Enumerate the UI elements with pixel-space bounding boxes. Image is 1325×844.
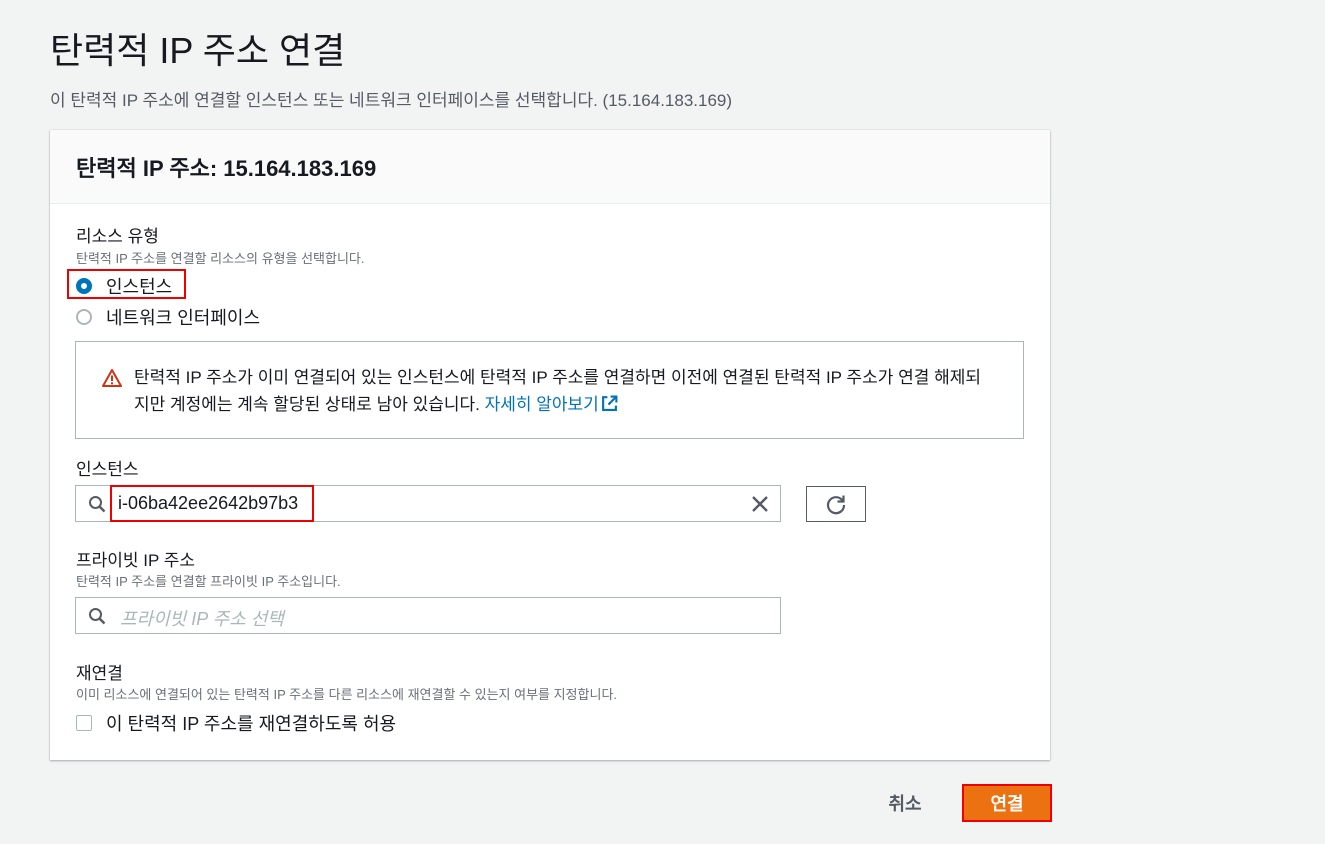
reassociate-label: 재연결 [76, 664, 123, 683]
private-ip-label: 프라이빗 IP 주소 [76, 551, 196, 570]
radio-network-interface-control[interactable] [76, 309, 92, 325]
reassociate-checkbox-row[interactable]: 이 탄력적 IP 주소를 재연결하도록 허용 [76, 710, 396, 736]
associate-card: 탄력적 IP 주소: 15.164.183.169 리소스 유형 탄력적 IP … [50, 130, 1050, 760]
search-icon [89, 496, 106, 513]
refresh-icon [826, 495, 846, 515]
reassociate-hint: 이미 리소스에 연결되어 있는 탄력적 IP 주소를 다른 리소스에 재연결할 … [76, 687, 618, 702]
learn-more-link[interactable]: 자세히 알아보기 [485, 395, 618, 414]
warning-alert: 탄력적 IP 주소가 이미 연결되어 있는 인스턴스에 탄력적 IP 주소를 연… [75, 341, 1024, 439]
radio-network-interface-label: 네트워크 인터페이스 [106, 308, 261, 328]
page-title: 탄력적 IP 주소 연결 [50, 30, 346, 71]
external-link-icon [601, 395, 618, 411]
learn-more-label: 자세히 알아보기 [484, 395, 599, 414]
alert-text: 탄력적 IP 주소가 이미 연결되어 있는 인스턴스에 탄력적 IP 주소를 연… [134, 364, 994, 418]
instance-label: 인스턴스 [76, 460, 139, 479]
highlight-box-instance [67, 269, 186, 299]
warning-icon [102, 369, 122, 387]
resource-type-label: 리소스 유형 [76, 227, 159, 246]
search-icon [89, 608, 106, 625]
page-description: 이 탄력적 IP 주소에 연결할 인스턴스 또는 네트워크 인터페이스를 선택합… [50, 91, 733, 110]
card-header: 탄력적 IP 주소: 15.164.183.169 [50, 130, 1050, 204]
cancel-button[interactable]: 취소 [870, 786, 940, 820]
private-ip-hint: 탄력적 IP 주소를 연결할 프라이빗 IP 주소입니다. [76, 574, 341, 589]
clear-icon[interactable] [750, 494, 770, 514]
resource-type-hint: 탄력적 IP 주소를 연결할 리소스의 유형을 선택합니다. [76, 251, 365, 266]
refresh-button[interactable] [806, 486, 866, 522]
reassociate-checkbox[interactable] [76, 715, 92, 731]
radio-network-interface[interactable]: 네트워크 인터페이스 [76, 304, 260, 330]
private-ip-select[interactable]: 프라이빗 IP 주소 선택 [75, 597, 781, 634]
private-ip-placeholder: 프라이빗 IP 주소 선택 [120, 609, 284, 629]
highlight-box-instance-id [110, 485, 314, 522]
associate-button[interactable]: 연결 [962, 784, 1052, 822]
reassociate-checkbox-label: 이 탄력적 IP 주소를 재연결하도록 허용 [106, 714, 397, 734]
